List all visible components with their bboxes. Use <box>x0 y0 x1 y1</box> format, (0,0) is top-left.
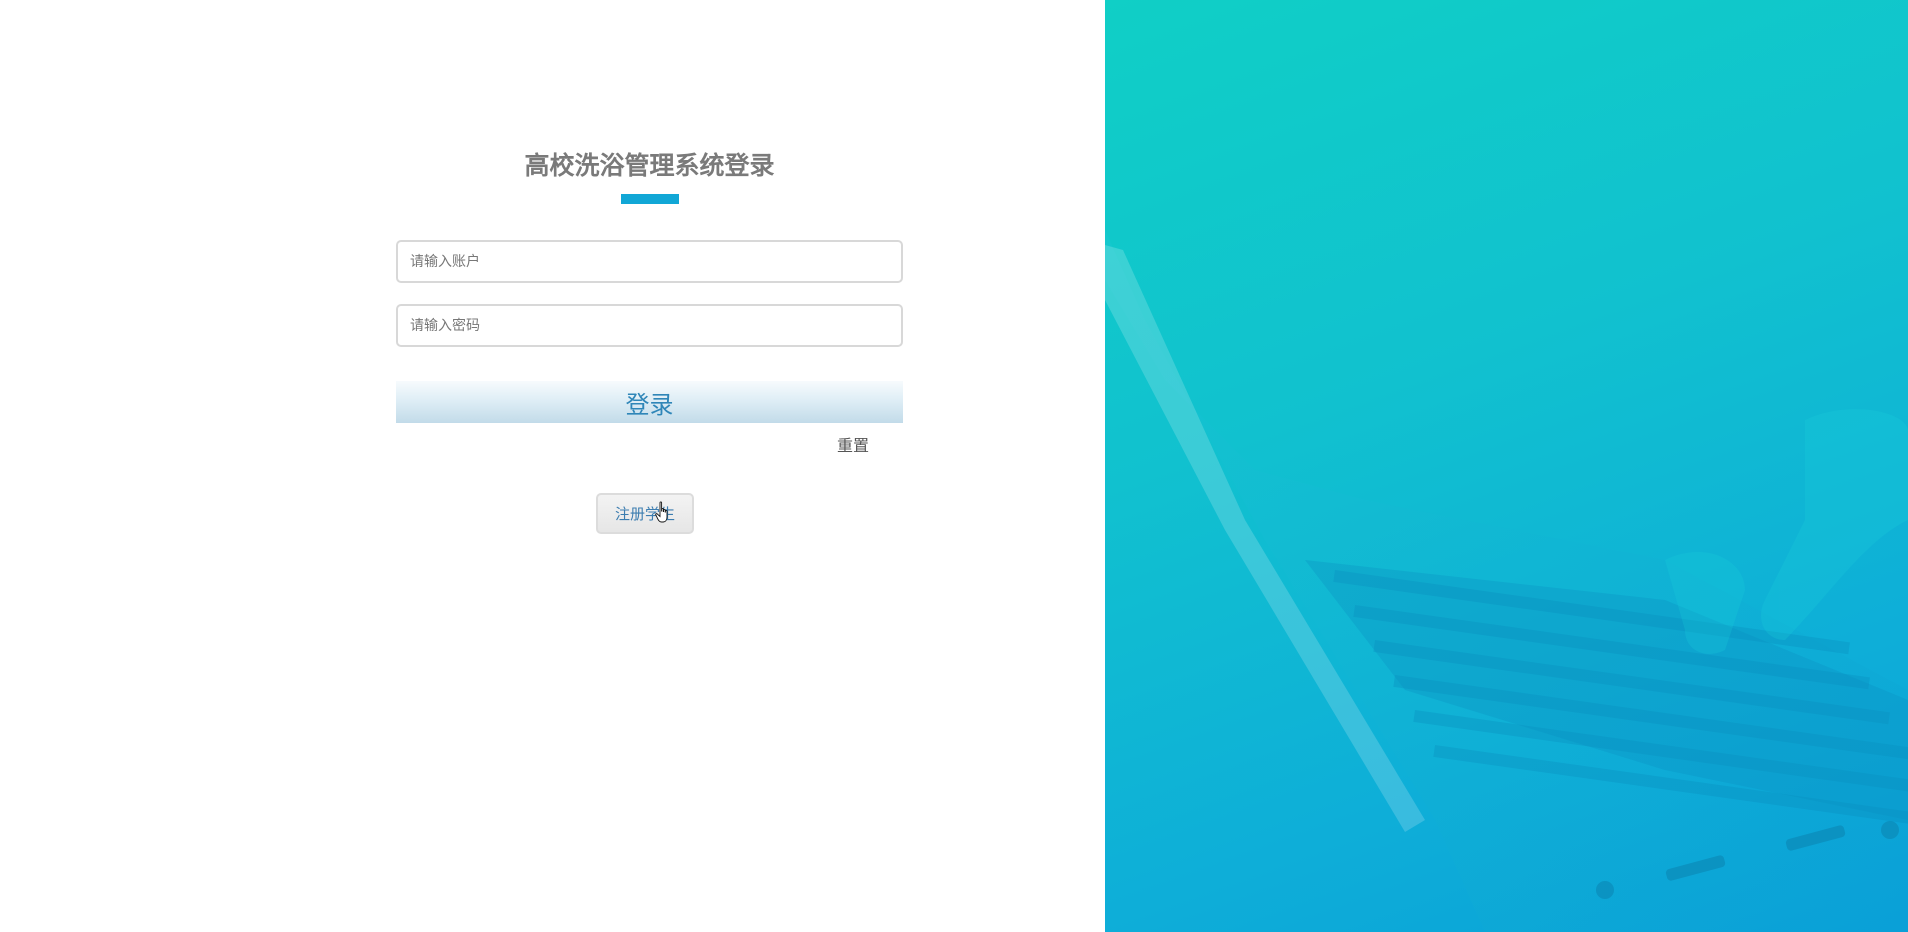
register-student-button[interactable]: 注册学生 <box>596 493 694 534</box>
login-form: 高校洗浴管理系统登录 登录 重置 注册学生 <box>396 146 903 534</box>
laptop-illustration <box>1105 230 1908 932</box>
account-input[interactable] <box>396 240 903 283</box>
login-button[interactable]: 登录 <box>396 381 903 423</box>
page-title: 高校洗浴管理系统登录 <box>524 151 775 180</box>
login-page: 高校洗浴管理系统登录 登录 重置 注册学生 <box>0 0 1908 932</box>
background-panel <box>1105 0 1908 932</box>
hand-pointer-icon <box>655 501 668 523</box>
password-input[interactable] <box>396 304 903 347</box>
title-underline <box>620 194 679 204</box>
login-panel: 高校洗浴管理系统登录 登录 重置 注册学生 <box>0 0 1105 932</box>
reset-button[interactable]: 重置 <box>837 432 869 456</box>
